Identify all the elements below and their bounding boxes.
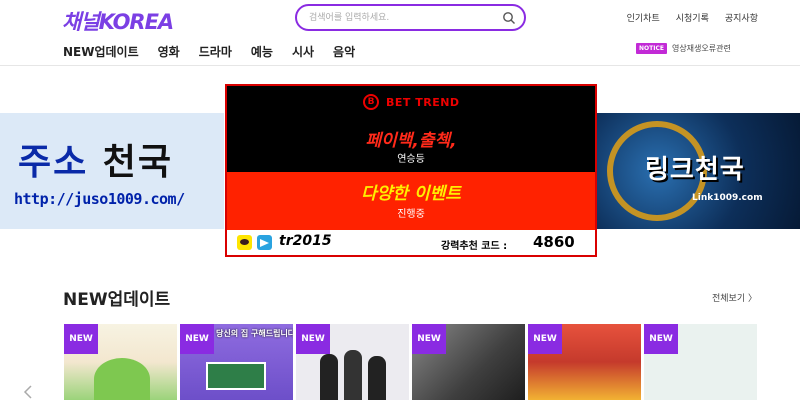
thumbnail-art <box>368 356 386 400</box>
thumbnail-art <box>320 354 338 400</box>
notice-badge: NOTICE <box>636 43 667 54</box>
search-box <box>295 4 526 31</box>
view-all-link[interactable]: 전체보기 〉 <box>712 291 757 304</box>
section-title: NEW업데이트 <box>63 290 171 310</box>
thumbnail-card[interactable]: NEW <box>412 324 525 400</box>
thumbnail-art <box>674 370 744 390</box>
search-input[interactable] <box>309 10 499 26</box>
thumbnail-card[interactable]: NEW <box>296 324 409 400</box>
new-badge: NEW <box>180 324 214 354</box>
nav-item-new-update[interactable]: NEW업데이트 <box>63 43 139 60</box>
thumbnail-art <box>94 358 150 400</box>
thumbnail-art <box>206 362 266 390</box>
kakaotalk-icon <box>237 235 252 250</box>
main-nav: NEW업데이트 영화 드라마 예능 시사 음악 <box>63 43 374 60</box>
banner-center-line1: 페이백,출첵, <box>365 131 457 151</box>
banner-link-cheonguk[interactable]: 링크천국 Link1009.com <box>597 113 800 229</box>
banner-left-url: http://juso1009.com/ <box>14 190 185 208</box>
banner-center-contact-bar: tr2015 강력추천 코드 : 4860 <box>227 230 595 255</box>
top-links: 인기차트 시청기록 공지사항 <box>611 11 758 24</box>
promo-code: 4860 <box>533 233 575 251</box>
banner-bet-trend[interactable]: B BET TREND 페이백,출첵, 연승등 다양한 이벤트 진행중 tr20… <box>225 84 597 257</box>
banner-center-line2: 다양한 이벤트 <box>361 184 461 204</box>
contact-id: tr2015 <box>279 233 332 249</box>
thumbnail-card[interactable]: NEW <box>64 324 177 400</box>
new-badge: NEW <box>64 324 98 354</box>
banner-center-sub2: 진행중 <box>397 209 425 220</box>
nav-item-movie[interactable]: 영화 <box>158 43 180 60</box>
carousel-prev-icon[interactable] <box>22 384 34 400</box>
telegram-icon <box>257 235 272 250</box>
top-link-popular-chart[interactable]: 인기차트 <box>627 11 660 24</box>
banner-right-url: Link1009.com <box>692 193 763 203</box>
banner-right-title: 링크천국 <box>645 155 745 185</box>
thumbnail-art <box>344 350 362 400</box>
top-link-notices[interactable]: 공지사항 <box>725 11 758 24</box>
notice-text[interactable]: 영상재생오류관련 <box>672 43 731 54</box>
site-logo[interactable]: 채널KOREA <box>62 6 174 36</box>
thumbnail-card[interactable]: NEW <box>528 324 641 400</box>
new-badge: NEW <box>528 324 562 354</box>
top-link-watch-history[interactable]: 시청기록 <box>676 11 709 24</box>
new-badge: NEW <box>412 324 446 354</box>
banner-left-title: 주소 천국 <box>18 142 174 183</box>
bet-trend-b-icon: B <box>363 94 379 110</box>
banner-center-sub1: 연승등 <box>397 154 425 165</box>
thumbnail-card[interactable]: 당신의 집 구해드립니다 NEW <box>180 324 293 400</box>
new-badge: NEW <box>296 324 330 354</box>
banner-juso-cheonguk[interactable]: 주소 천국 http://juso1009.com/ <box>0 113 224 229</box>
nav-item-variety[interactable]: 예능 <box>251 43 273 60</box>
nav-item-drama[interactable]: 드라마 <box>199 43 232 60</box>
new-badge: NEW <box>644 324 678 354</box>
code-label: 강력추천 코드 : <box>441 241 508 252</box>
notice-bar[interactable]: NOTICE 영상재생오류관련 <box>636 43 731 54</box>
site-header: 채널KOREA 인기차트 시청기록 공지사항 NEW업데이트 영화 드라마 예능… <box>0 0 800 66</box>
thumbnail-card[interactable]: NEW <box>644 324 757 400</box>
thumbnail-caption: 당신의 집 구해드립니다 <box>216 329 293 338</box>
bet-trend-logo: B BET TREND <box>363 94 460 110</box>
nav-item-music[interactable]: 음악 <box>333 43 355 60</box>
nav-item-current-affairs[interactable]: 시사 <box>292 43 314 60</box>
search-icon[interactable] <box>502 11 516 25</box>
